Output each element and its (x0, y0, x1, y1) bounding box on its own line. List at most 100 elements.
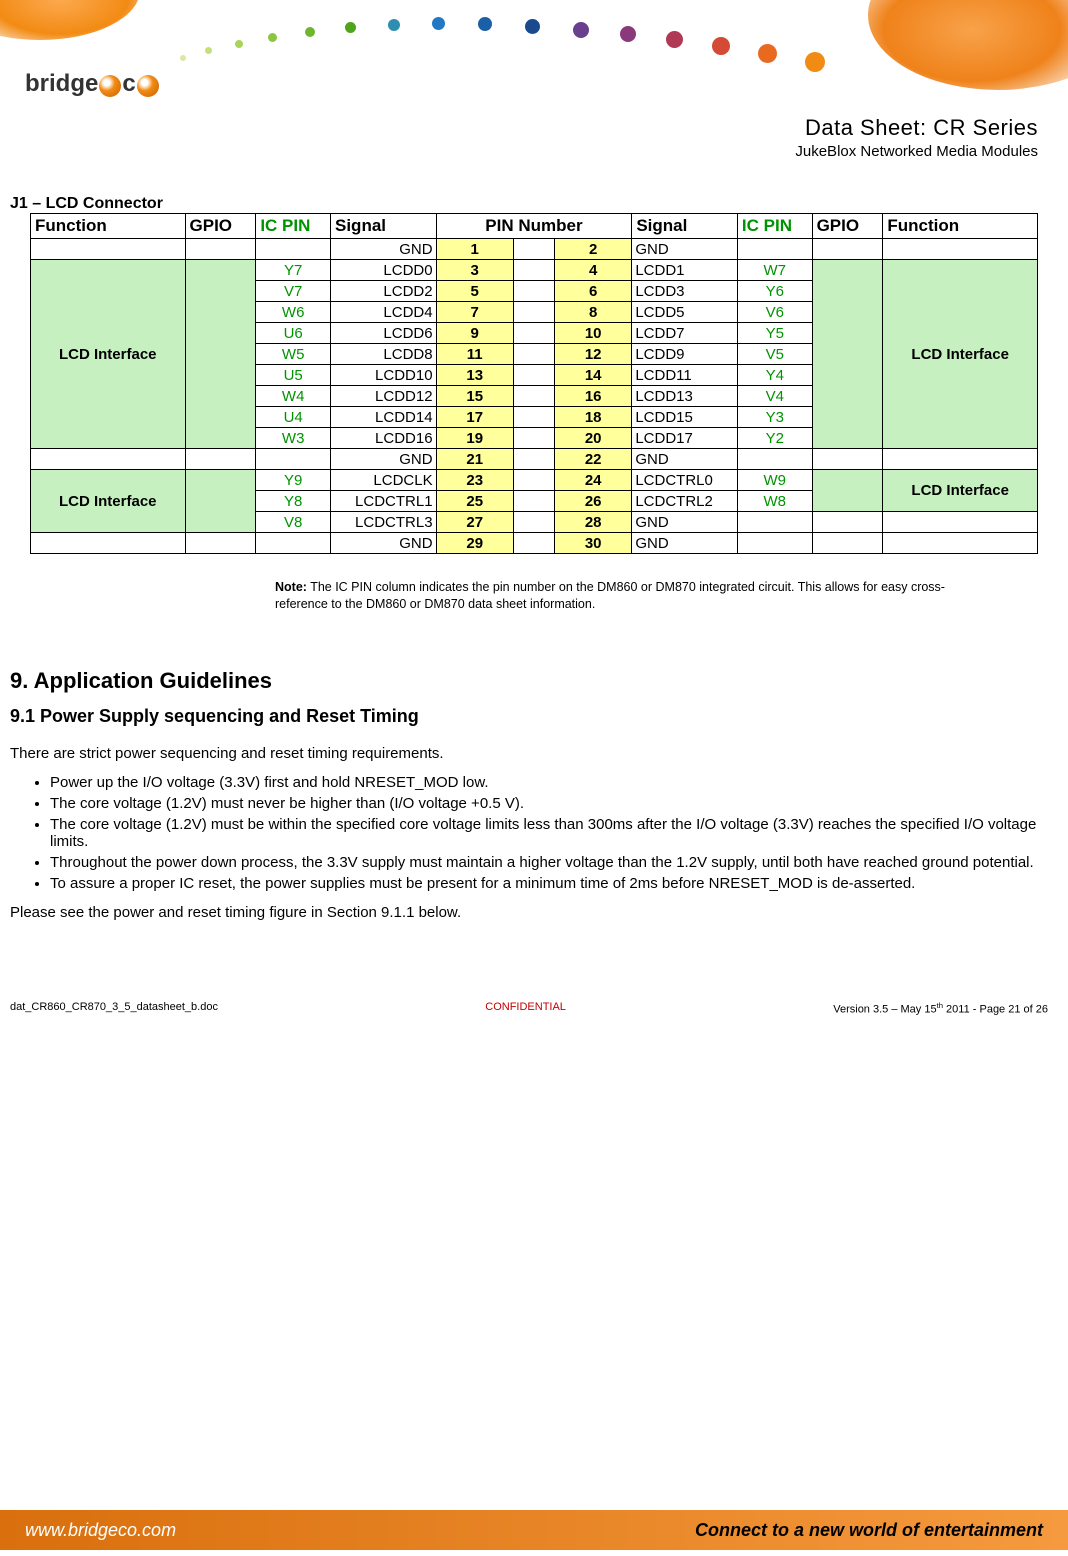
cell-gpio-right (812, 239, 883, 260)
cell-gap (513, 491, 554, 512)
cell-signal-left: LCDCLK (331, 470, 437, 491)
cell-signal-left: LCDCTRL1 (331, 491, 437, 512)
cell-icpin-left: U4 (256, 407, 331, 428)
th-function-r: Function (883, 214, 1038, 239)
cell-icpin-left: V7 (256, 281, 331, 302)
cell-function-right (883, 512, 1038, 533)
cell-gap (513, 533, 554, 554)
cell-signal-right: GND (632, 449, 738, 470)
cell-function-right (883, 533, 1038, 554)
cell-pin-right: 14 (555, 365, 632, 386)
heading-power-supply: 9.1 Power Supply sequencing and Reset Ti… (10, 706, 1038, 727)
note-text: The IC PIN column indicates the pin numb… (275, 580, 945, 611)
cell-signal-left: LCDCTRL3 (331, 512, 437, 533)
cell-icpin-right: V5 (737, 344, 812, 365)
cell-pin-left: 15 (436, 386, 513, 407)
cell-function-right (883, 239, 1038, 260)
cell-pin-left: 27 (436, 512, 513, 533)
cell-signal-left: LCDD8 (331, 344, 437, 365)
cell-icpin-right: Y6 (737, 281, 812, 302)
cell-pin-right: 20 (555, 428, 632, 449)
cell-gpio-right (812, 533, 883, 554)
cell-icpin-right: W7 (737, 260, 812, 281)
cell-pin-right: 16 (555, 386, 632, 407)
cell-icpin-right: W8 (737, 491, 812, 512)
cell-icpin-right: V6 (737, 302, 812, 323)
note-block: Note: The IC PIN column indicates the pi… (275, 579, 975, 613)
list-item: Power up the I/O voltage (3.3V) first an… (50, 774, 1038, 791)
cell-icpin-right: Y4 (737, 365, 812, 386)
cell-icpin-left: U6 (256, 323, 331, 344)
cell-signal-right: LCDD11 (632, 365, 738, 386)
cell-gpio-left (185, 449, 256, 470)
bottom-brand-bar: www.bridgeco.com Connect to a new world … (0, 1510, 1068, 1550)
cell-signal-right: LCDD17 (632, 428, 738, 449)
footer-url: www.bridgeco.com (25, 1520, 176, 1541)
cell-gpio-right (812, 470, 883, 512)
cell-gap (513, 449, 554, 470)
intro-paragraph: There are strict power sequencing and re… (10, 745, 1038, 762)
cell-signal-right: LCDD7 (632, 323, 738, 344)
table-row: GND12GND (31, 239, 1038, 260)
cell-gpio-right (812, 449, 883, 470)
connector-section-title: J1 – LCD Connector (10, 195, 1038, 213)
cell-gpio-left (185, 533, 256, 554)
th-pinnumber: PIN Number (436, 214, 632, 239)
table-header-row: Function GPIO IC PIN Signal PIN Number S… (31, 214, 1038, 239)
pin-table: Function GPIO IC PIN Signal PIN Number S… (30, 213, 1038, 554)
cell-icpin-left (256, 449, 331, 470)
cell-icpin-left: W4 (256, 386, 331, 407)
cell-icpin-left (256, 533, 331, 554)
brand-logo: bridgec (25, 70, 165, 110)
cell-pin-left: 7 (436, 302, 513, 323)
cell-gpio-right (812, 512, 883, 533)
cell-signal-left: LCDD16 (331, 428, 437, 449)
cell-gap (513, 470, 554, 491)
cell-gap (513, 260, 554, 281)
cell-signal-left: LCDD12 (331, 386, 437, 407)
cell-signal-left: LCDD6 (331, 323, 437, 344)
list-item: The core voltage (1.2V) must never be hi… (50, 795, 1038, 812)
logo-mark-icon (99, 75, 121, 97)
cell-function-left (31, 239, 186, 260)
cell-signal-right: GND (632, 512, 738, 533)
cell-gap (513, 365, 554, 386)
cell-signal-left: LCDD4 (331, 302, 437, 323)
cell-icpin-left: Y7 (256, 260, 331, 281)
cell-pin-left: 13 (436, 365, 513, 386)
doc-title: Data Sheet: CR Series (30, 115, 1038, 141)
th-icpin-l: IC PIN (256, 214, 331, 239)
cell-pin-left: 23 (436, 470, 513, 491)
list-item: Throughout the power down process, the 3… (50, 854, 1038, 871)
cell-icpin-left: W5 (256, 344, 331, 365)
th-signal-l: Signal (331, 214, 437, 239)
cell-pin-right: 12 (555, 344, 632, 365)
cell-icpin-right: V4 (737, 386, 812, 407)
cell-signal-left: GND (331, 533, 437, 554)
cell-signal-left: GND (331, 239, 437, 260)
table-row: LCD InterfaceY9LCDCLK2324LCDCTRL0W9LCD I… (31, 470, 1038, 491)
doc-subtitle: JukeBlox Networked Media Modules (30, 143, 1038, 160)
cell-pin-right: 6 (555, 281, 632, 302)
cell-signal-right: LCDCTRL2 (632, 491, 738, 512)
cell-gap (513, 323, 554, 344)
cell-pin-right: 28 (555, 512, 632, 533)
requirements-list: Power up the I/O voltage (3.3V) first an… (30, 774, 1038, 892)
cell-signal-right: LCDD13 (632, 386, 738, 407)
cell-function-right: LCD Interface (883, 260, 1038, 449)
cell-pin-left: 17 (436, 407, 513, 428)
cell-pin-left: 1 (436, 239, 513, 260)
note-label: Note: (275, 580, 307, 594)
cell-signal-right: LCDCTRL0 (632, 470, 738, 491)
cell-function-left (31, 449, 186, 470)
cell-signal-right: GND (632, 239, 738, 260)
cell-signal-right: GND (632, 533, 738, 554)
cell-gap (513, 512, 554, 533)
cell-icpin-right (737, 512, 812, 533)
th-icpin-r: IC PIN (737, 214, 812, 239)
footer-confidential: CONFIDENTIAL (485, 1001, 566, 1016)
cell-signal-left: LCDD14 (331, 407, 437, 428)
footer-version: Version 3.5 – May 15th 2011 - Page 21 of… (833, 1001, 1048, 1016)
th-function-l: Function (31, 214, 186, 239)
cell-gap (513, 428, 554, 449)
